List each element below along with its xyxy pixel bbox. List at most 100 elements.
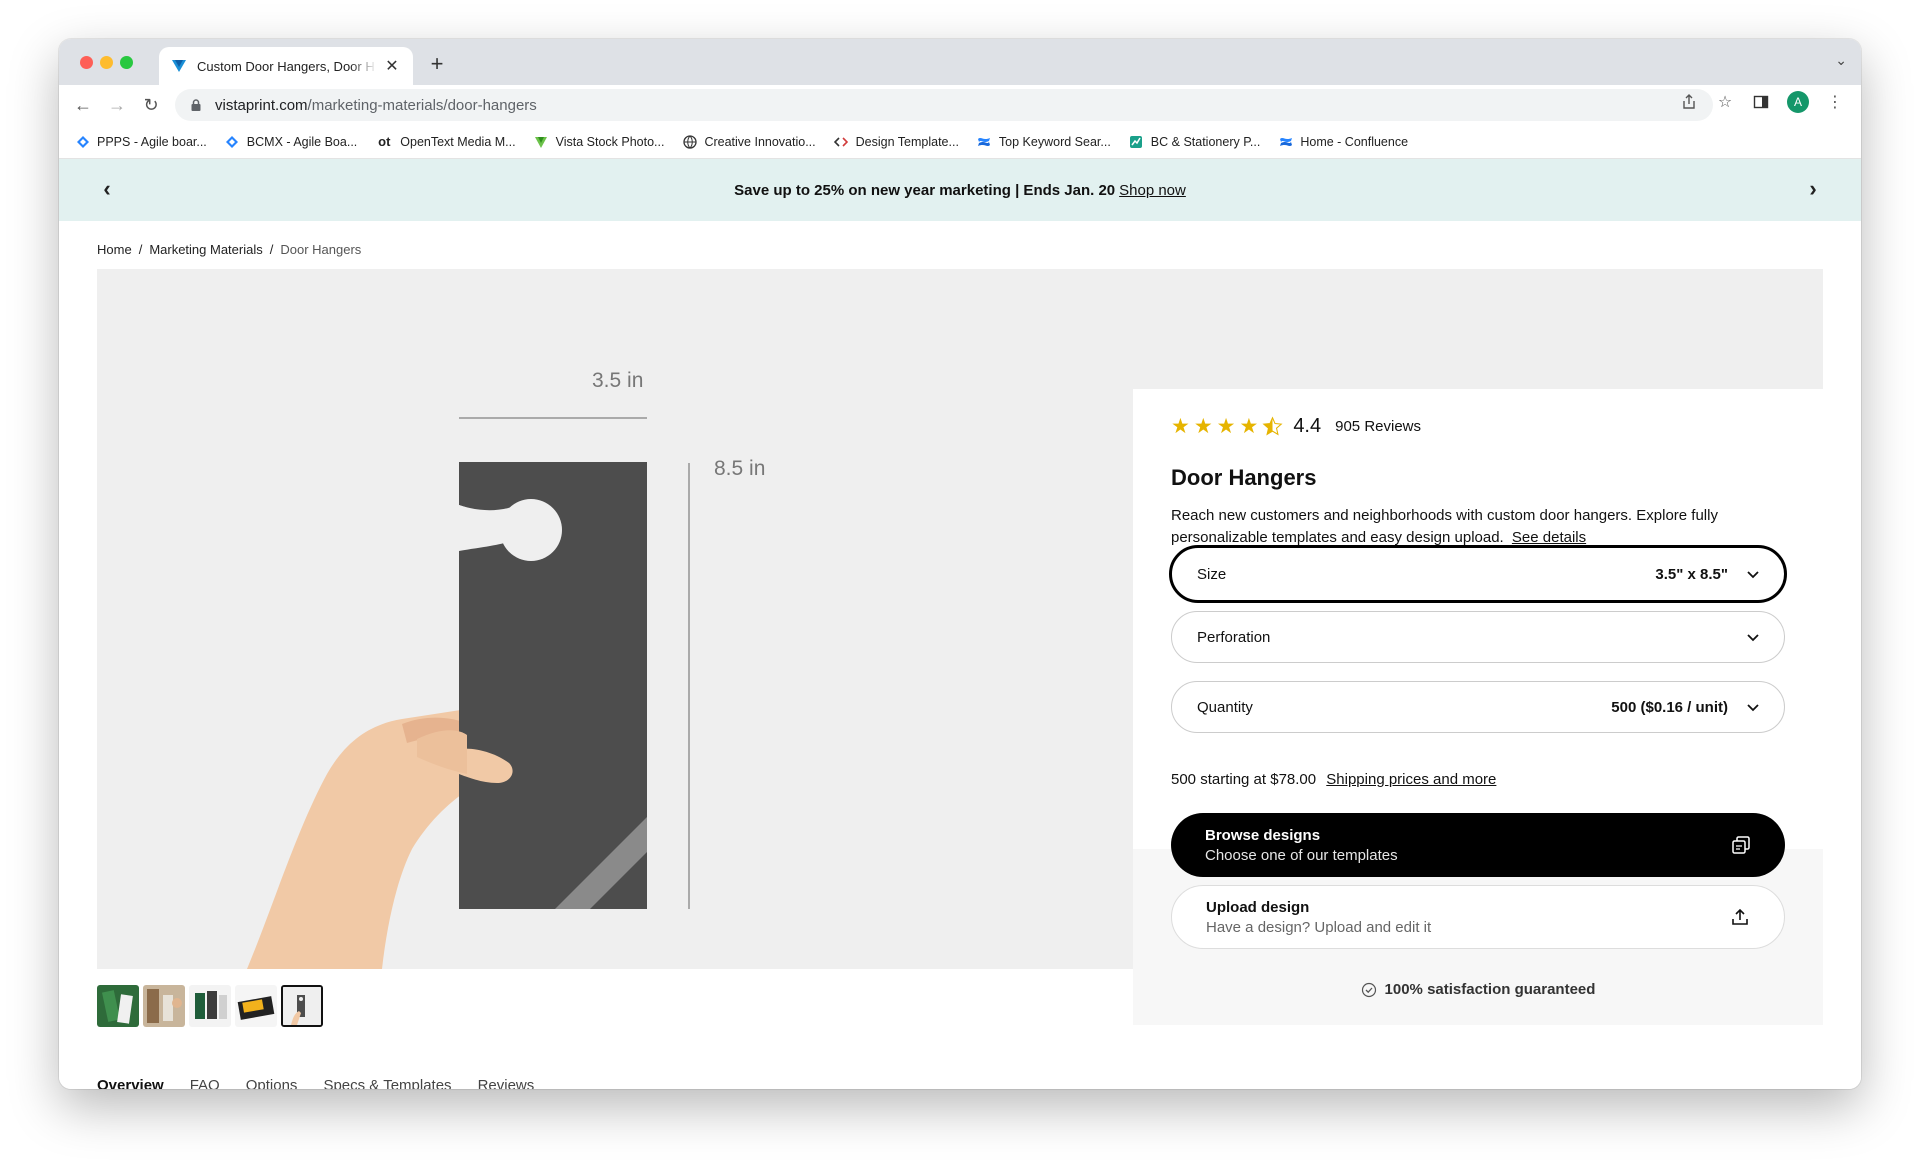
browser-window: Custom Door Hangers, Door H ✕ + ⌄ ← → ↻ … <box>59 39 1861 1089</box>
browse-designs-button[interactable]: Browse designs Choose one of our templat… <box>1171 813 1785 877</box>
breadcrumb-separator: / <box>138 242 143 257</box>
shop-now-link[interactable]: Shop now <box>1119 182 1186 199</box>
size-select[interactable]: Size 3.5" x 8.5" <box>1169 545 1787 603</box>
browse-designs-title: Browse designs <box>1205 826 1321 844</box>
bookmark-label: Vista Stock Photo... <box>555 134 665 149</box>
jira-icon <box>75 134 90 149</box>
guarantee-text: 100% satisfaction guaranteed <box>1384 981 1596 998</box>
tab-strip: Custom Door Hangers, Door H ✕ + ⌄ <box>59 39 1861 85</box>
globe-icon <box>682 134 697 149</box>
vista-icon <box>534 134 549 149</box>
chevron-down-icon <box>1746 567 1760 581</box>
bookmarks-bar: PPPS - Agile boar... BCMX - Agile Boa... o… <box>59 125 1861 159</box>
thumbnail-5-selected[interactable] <box>281 985 323 1027</box>
size-value: 3.5" x 8.5" <box>1655 565 1728 583</box>
forward-icon[interactable]: → <box>105 93 129 117</box>
side-panel-icon[interactable] <box>1751 92 1771 112</box>
share-icon[interactable] <box>1679 92 1699 112</box>
tab-faq[interactable]: FAQ <box>190 1077 220 1089</box>
address-bar[interactable]: vistaprint.com/marketing-materials/door-… <box>175 89 1713 121</box>
bookmark-label: PPPS - Agile boar... <box>97 134 207 149</box>
bookmark-item[interactable]: Vista Stock Photo... <box>534 134 665 149</box>
breadcrumb: Home / Marketing Materials / Door Hanger… <box>97 242 361 257</box>
section-tabs: Overview FAQ Options Specs & Templates Revie… <box>97 1077 534 1089</box>
satisfaction-guarantee: 100% satisfaction guaranteed <box>1133 981 1823 998</box>
bookmark-label: OpenText Media M... <box>400 134 516 149</box>
chevron-down-icon <box>1746 700 1760 714</box>
chevron-right-icon[interactable]: › <box>1801 177 1825 201</box>
rating-value: 4.4 <box>1293 415 1322 437</box>
perforation-select[interactable]: Perforation <box>1171 611 1785 663</box>
bookmark-item[interactable]: BCMX - Agile Boa... <box>225 134 357 149</box>
thumbnail-3[interactable] <box>189 985 231 1027</box>
reviews-count[interactable]: 905 Reviews <box>1335 418 1421 435</box>
minimize-window-button[interactable] <box>100 56 113 69</box>
bookmark-item[interactable]: Home - Confluence <box>1278 134 1408 149</box>
breadcrumb-marketing-materials[interactable]: Marketing Materials <box>149 242 262 257</box>
rating[interactable]: ★ ★ ★ ★ 4.4 905 Reviews <box>1171 415 1421 438</box>
upload-design-texts: Upload design Have a design? Upload and … <box>1206 899 1730 936</box>
web-page: ‹ Save up to 25% on new year marketing |… <box>59 159 1861 1089</box>
bookmark-item[interactable]: Top Keyword Sear... <box>977 134 1111 149</box>
description-text: Reach new customers and neighborhoods wi… <box>1171 507 1718 546</box>
star-full-icon: ★ <box>1193 415 1213 438</box>
breadcrumb-current: Door Hangers <box>280 242 362 257</box>
check-circle-icon <box>1361 982 1377 998</box>
tab-specs-templates[interactable]: Specs & Templates <box>323 1077 451 1089</box>
promo-text: Save up to 25% on new year marketing | E… <box>734 181 1116 199</box>
tab-overview[interactable]: Overview <box>97 1077 164 1089</box>
profile-avatar[interactable]: A <box>1787 91 1809 113</box>
more-menu-icon[interactable]: ⋮ <box>1825 92 1845 112</box>
tab-options[interactable]: Options <box>246 1077 298 1089</box>
templates-icon <box>1731 835 1751 855</box>
lock-icon <box>189 98 203 112</box>
upload-design-subtitle: Have a design? Upload and edit it <box>1206 918 1432 936</box>
bookmark-label: Home - Confluence <box>1300 134 1409 149</box>
shipping-link[interactable]: Shipping prices and more <box>1326 771 1496 788</box>
thumbnail-1[interactable] <box>97 985 139 1027</box>
new-tab-button[interactable]: + <box>425 51 449 77</box>
tab-reviews[interactable]: Reviews <box>478 1077 535 1089</box>
perforation-label: Perforation <box>1197 628 1271 646</box>
close-window-button[interactable] <box>80 56 93 69</box>
bookmark-item[interactable]: Design Template... <box>834 134 959 149</box>
quantity-label: Quantity <box>1197 698 1253 716</box>
bookmark-item[interactable]: Creative Innovatio... <box>682 134 816 149</box>
quantity-select[interactable]: Quantity 500 ($0.16 / unit) <box>1171 681 1785 733</box>
bookmark-item[interactable]: BC & Stationery P... <box>1129 134 1260 149</box>
product-description: Reach new customers and neighborhoods wi… <box>1171 505 1771 549</box>
star-half-icon <box>1262 416 1283 437</box>
price-line: 500 starting at $78.00 Shipping prices a… <box>1171 771 1496 788</box>
quantity-value: 500 ($0.16 / unit) <box>1611 698 1728 716</box>
bookmark-star-icon[interactable]: ☆ <box>1715 92 1735 112</box>
jira-icon <box>225 134 240 149</box>
door-hanger-illustration <box>247 462 647 969</box>
thumbnail-2[interactable] <box>143 985 185 1027</box>
upload-icon <box>1730 907 1750 927</box>
upload-design-button[interactable]: Upload design Have a design? Upload and … <box>1171 885 1785 949</box>
bookmark-label: Top Keyword Sear... <box>998 134 1111 149</box>
toolbar-actions: ☆ A ⋮ <box>1679 91 1845 113</box>
confluence-icon <box>1278 134 1293 149</box>
browser-tab[interactable]: Custom Door Hangers, Door H ✕ <box>159 47 413 85</box>
opentext-icon: ot <box>378 134 391 149</box>
maximize-window-button[interactable] <box>120 56 133 69</box>
chevron-left-icon[interactable]: ‹ <box>95 177 119 201</box>
thumbnail-4[interactable] <box>235 985 277 1027</box>
promo-banner: ‹ Save up to 25% on new year marketing |… <box>59 159 1861 221</box>
bookmark-item[interactable]: PPPS - Agile boar... <box>75 134 207 149</box>
bookmark-label: Design Template... <box>855 134 959 149</box>
tab-search-icon[interactable]: ⌄ <box>1835 52 1847 69</box>
browser-toolbar: ← → ↻ vistaprint.com/marketing-materials… <box>59 85 1861 125</box>
vistaprint-icon <box>171 58 187 74</box>
bookmark-item[interactable]: ot OpenText Media M... <box>375 134 515 149</box>
reload-icon[interactable]: ↻ <box>139 93 163 117</box>
close-tab-icon[interactable]: ✕ <box>383 56 401 76</box>
browse-designs-subtitle: Choose one of our templates <box>1205 846 1398 864</box>
breadcrumb-home[interactable]: Home <box>97 242 132 257</box>
bookmark-label: BCMX - Agile Boa... <box>246 134 358 149</box>
see-details-link[interactable]: See details <box>1512 529 1586 546</box>
product-config-panel: ★ ★ ★ ★ 4.4 905 Reviews Door Hangers Rea… <box>1133 389 1823 1025</box>
back-icon[interactable]: ← <box>71 93 95 117</box>
product-image: 3.5 in 8.5 in <box>97 269 1133 969</box>
